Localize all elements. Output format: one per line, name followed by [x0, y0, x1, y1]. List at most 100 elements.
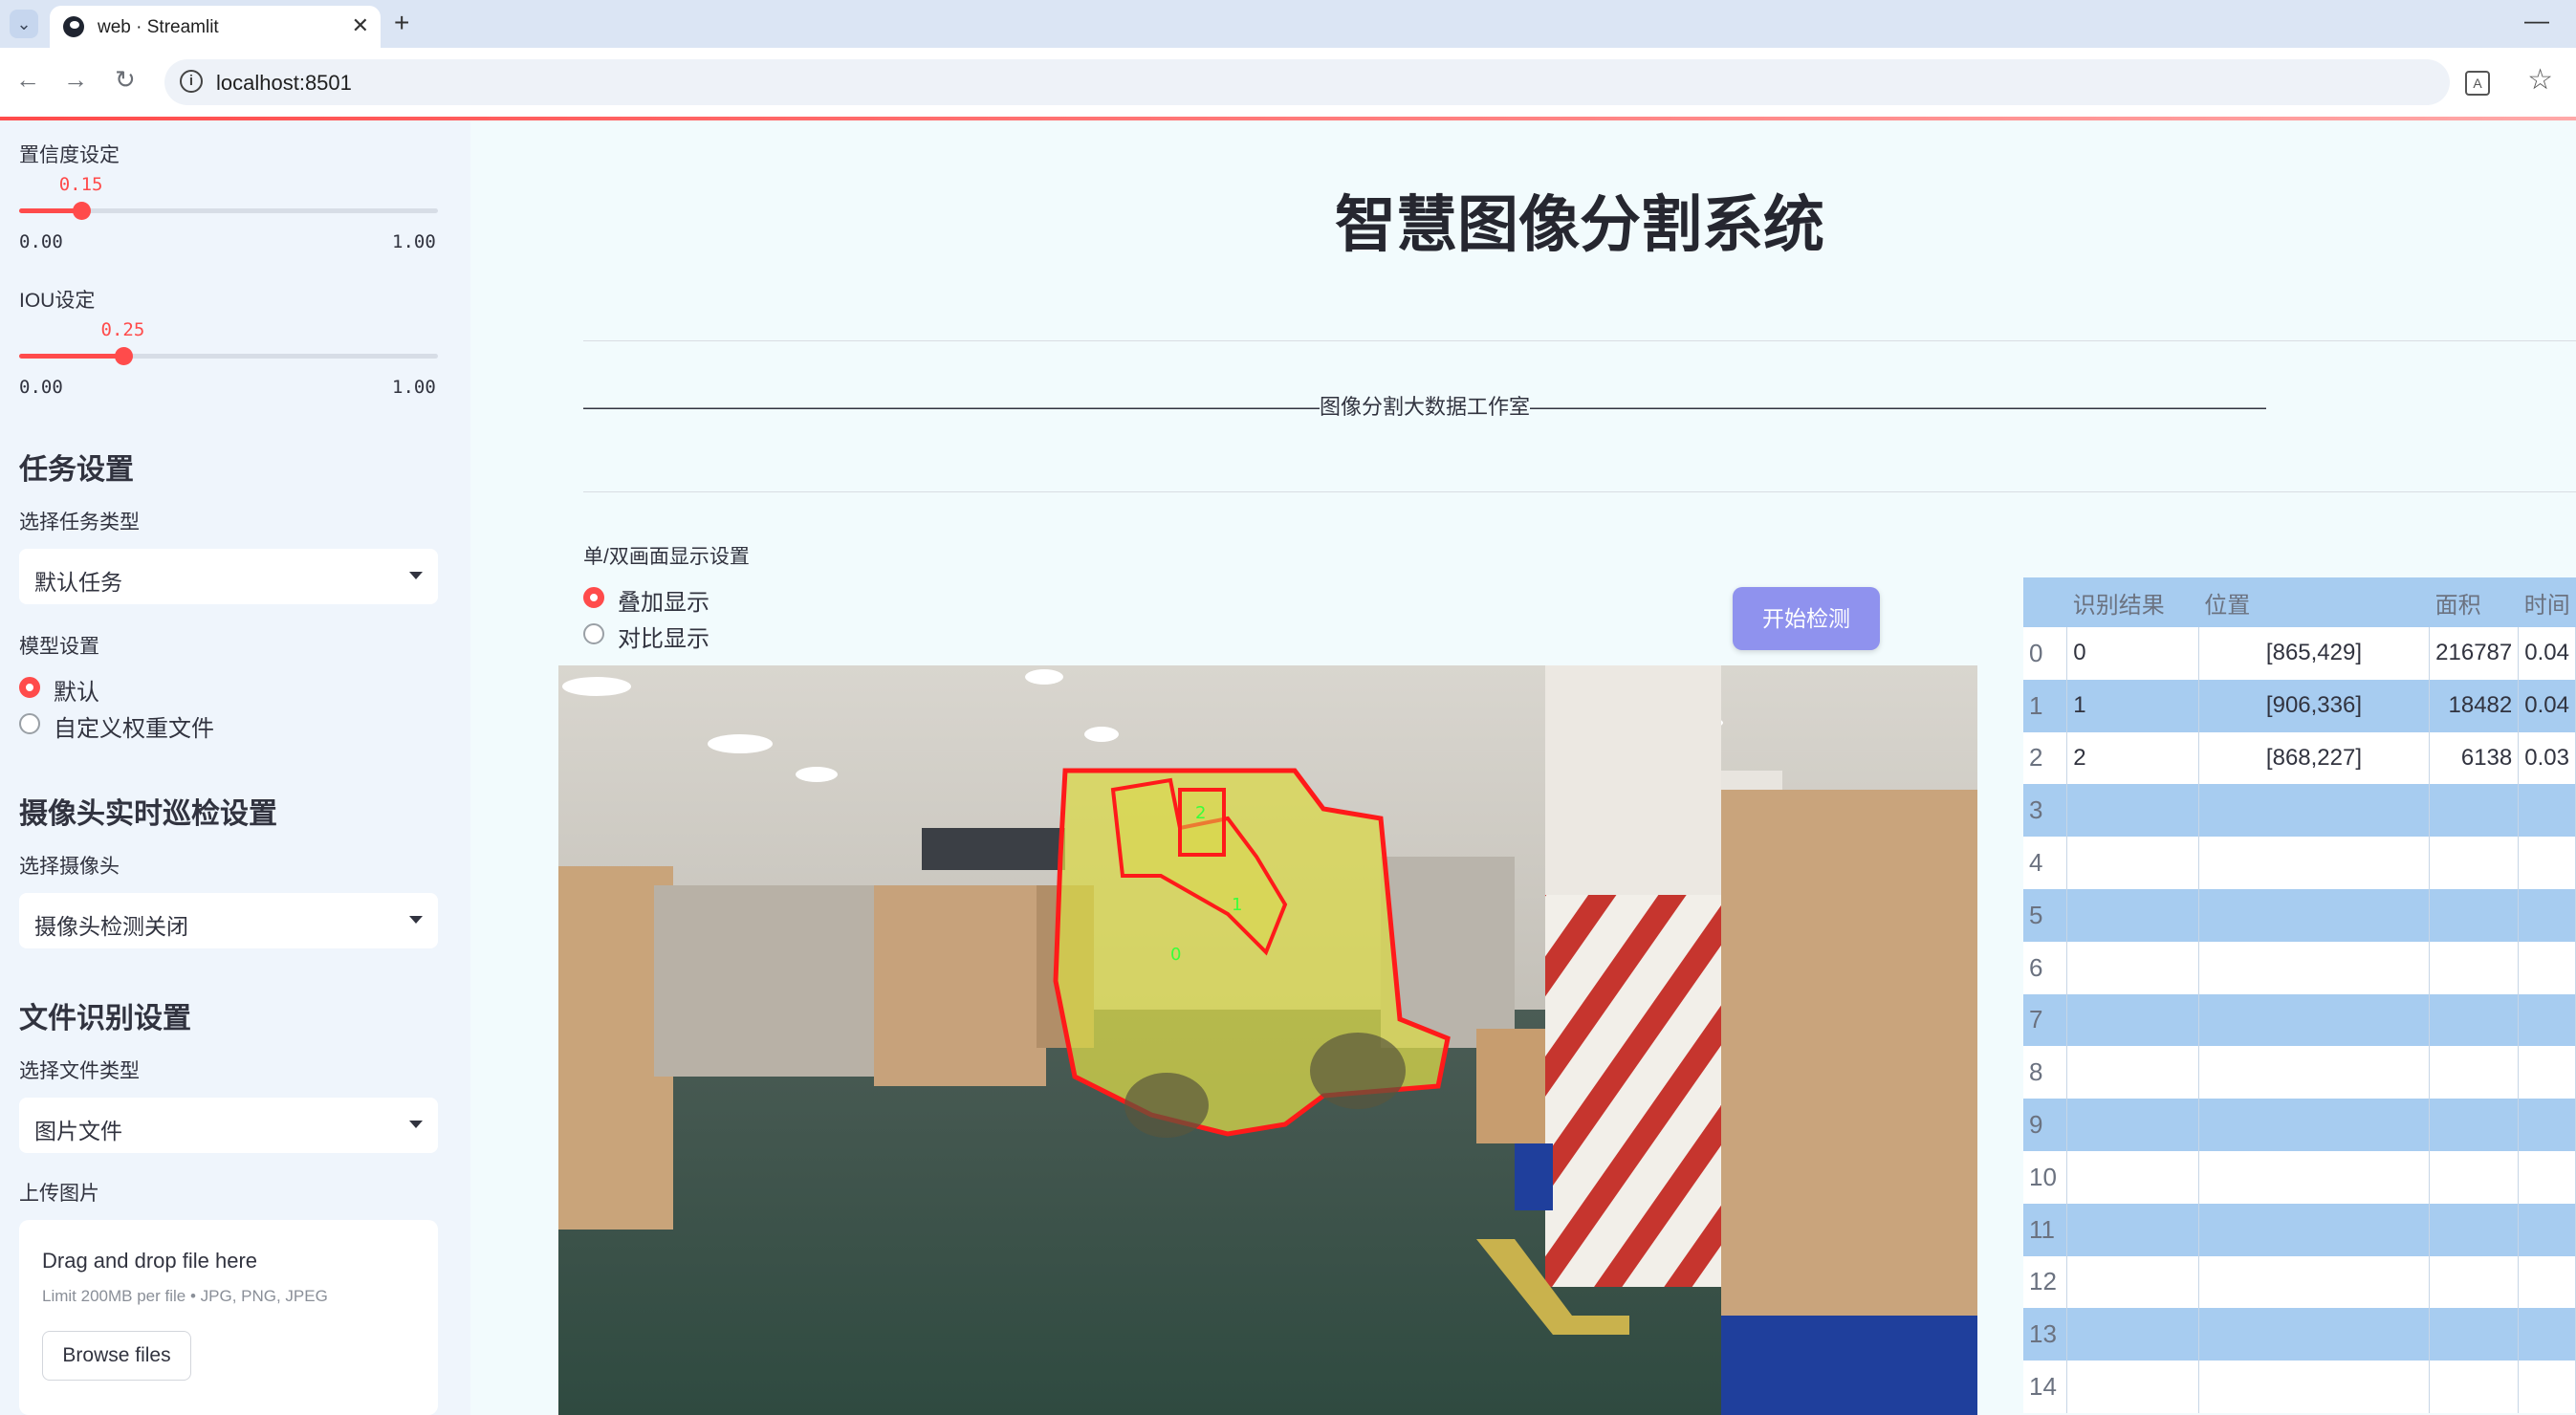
row-index-cell: 4: [2023, 837, 2068, 889]
time-cell: [2518, 1099, 2576, 1151]
result-cell: [2066, 1308, 2199, 1361]
dropzone-limit: Limit 200MB per file • JPG, PNG, JPEG: [42, 1287, 328, 1305]
confidence-max: 1.00: [392, 231, 436, 252]
table-row[interactable]: 11: [2023, 1203, 2576, 1256]
file-type-select[interactable]: 图片文件: [19, 1098, 438, 1153]
file-settings-heading: 文件识别设置: [19, 1003, 191, 1034]
camera-select-label: 选择摄像头: [19, 856, 120, 878]
time-cell: 0.04: [2518, 679, 2576, 732]
result-cell: [2066, 1255, 2199, 1309]
translate-icon[interactable]: A: [2465, 71, 2490, 96]
result-cell: [2066, 1046, 2199, 1099]
row-index-cell: 10: [2023, 1150, 2068, 1204]
row-index-cell: 3: [2023, 784, 2068, 838]
page-title: 智慧图像分割系统: [1335, 190, 1824, 259]
model-option-label: 默认: [54, 680, 99, 706]
camera-settings-heading: 摄像头实时巡检设置: [19, 798, 277, 830]
browse-files-button[interactable]: Browse files: [42, 1331, 191, 1381]
browser-tab[interactable]: web · Streamlit ✕: [50, 6, 381, 48]
result-cell: [2066, 993, 2199, 1047]
area-cell: [2429, 784, 2520, 838]
minimize-window-icon[interactable]: —: [2524, 6, 2549, 35]
camera-select-value: 摄像头检测关闭: [34, 914, 188, 939]
table-row[interactable]: 12: [2023, 1255, 2576, 1309]
display-option-label: 叠加显示: [618, 590, 709, 616]
divider: [583, 491, 2576, 492]
site-info-icon[interactable]: i: [180, 70, 203, 93]
row-index-cell: 5: [2023, 888, 2068, 942]
column-header-time[interactable]: 时间: [2518, 577, 2576, 627]
display-mode-label: 单/双画面显示设置: [583, 546, 750, 568]
time-cell: [2518, 1203, 2576, 1256]
position-cell: [868,227]: [2198, 731, 2431, 785]
position-cell: [865,429]: [2198, 627, 2431, 680]
position-cell: [2198, 1046, 2431, 1099]
back-arrow-icon[interactable]: ←: [15, 65, 40, 95]
iou-slider[interactable]: [19, 347, 438, 365]
streamlit-favicon-icon: [63, 16, 84, 37]
start-detection-button[interactable]: 开始检测: [1733, 587, 1880, 650]
iou-max: 1.00: [392, 377, 436, 398]
area-cell: [2429, 1203, 2520, 1256]
task-settings-heading: 任务设置: [19, 454, 134, 486]
radio-unselected-icon: [583, 623, 604, 644]
close-tab-icon[interactable]: ✕: [352, 13, 369, 38]
iou-slider-thumb[interactable]: [115, 347, 133, 365]
model-settings-label: 模型设置: [19, 636, 99, 658]
result-cell: [2066, 1203, 2199, 1256]
table-row[interactable]: 4: [2023, 837, 2576, 889]
confidence-slider-thumb[interactable]: [73, 202, 92, 220]
address-bar-row: ← → ↻ i localhost:8501 A ☆: [0, 48, 2576, 117]
mask-label-1: 1: [1232, 895, 1242, 915]
table-row[interactable]: 1 1 [906,336] 18482 0.04: [2023, 679, 2576, 732]
area-cell: [2429, 1150, 2520, 1204]
file-type-value: 图片文件: [34, 1119, 122, 1143]
area-cell: 216787: [2429, 627, 2520, 680]
url-text: localhost:8501: [216, 71, 352, 95]
table-row[interactable]: 10: [2023, 1150, 2576, 1204]
column-header-position[interactable]: 位置: [2198, 577, 2430, 627]
column-header-result[interactable]: 识别结果: [2066, 577, 2199, 627]
result-cell: 1: [2066, 679, 2199, 732]
row-index-cell: 1: [2023, 679, 2068, 732]
table-row[interactable]: 3: [2023, 784, 2576, 838]
time-cell: [2518, 837, 2576, 889]
time-cell: [2518, 1150, 2576, 1204]
iou-min: 0.00: [19, 377, 63, 398]
area-cell: [2429, 993, 2520, 1047]
table-row[interactable]: 14: [2023, 1361, 2576, 1413]
table-row[interactable]: 6: [2023, 941, 2576, 994]
table-row[interactable]: 7: [2023, 993, 2576, 1047]
confidence-label: 置信度设定: [19, 144, 120, 166]
detection-results-table[interactable]: 识别结果 位置 面积 时间 0 0 [865,429] 216787 0.04 1 1 [90…: [2023, 577, 2576, 1413]
table-row[interactable]: 9: [2023, 1099, 2576, 1151]
table-row[interactable]: 0 0 [865,429] 216787 0.04: [2023, 627, 2576, 680]
file-dropzone[interactable]: Drag and drop file here Limit 200MB per …: [19, 1220, 438, 1415]
table-row[interactable]: 2 2 [868,227] 6138 0.03: [2023, 731, 2576, 785]
row-index-cell: 11: [2023, 1203, 2068, 1256]
tab-search-button[interactable]: ⌄: [10, 10, 38, 38]
table-row[interactable]: 13: [2023, 1308, 2576, 1361]
camera-select[interactable]: 摄像头检测关闭: [19, 893, 438, 948]
model-option-label: 自定义权重文件: [54, 716, 214, 742]
table-row[interactable]: 8: [2023, 1046, 2576, 1099]
confidence-slider[interactable]: [19, 202, 438, 220]
row-index-cell: 6: [2023, 941, 2068, 994]
table-row[interactable]: 5: [2023, 888, 2576, 942]
time-cell: [2518, 993, 2576, 1047]
new-tab-icon[interactable]: +: [394, 8, 409, 38]
segmentation-result-image: 0 1 2: [558, 665, 1977, 1415]
forward-arrow-icon[interactable]: →: [63, 65, 88, 95]
column-header-area[interactable]: 面积: [2429, 577, 2519, 627]
divider: [583, 340, 2576, 341]
position-cell: [906,336]: [2198, 679, 2431, 732]
row-index-cell: 13: [2023, 1308, 2068, 1361]
url-field[interactable]: i localhost:8501: [164, 59, 2450, 105]
time-cell: [2518, 1308, 2576, 1361]
task-type-select[interactable]: 默认任务: [19, 549, 438, 604]
reload-icon[interactable]: ↻: [115, 65, 136, 95]
row-index-cell: 7: [2023, 993, 2068, 1047]
tab-title: web · Streamlit: [98, 17, 219, 37]
result-cell: [2066, 1099, 2199, 1151]
bookmark-star-icon[interactable]: ☆: [2527, 63, 2553, 97]
